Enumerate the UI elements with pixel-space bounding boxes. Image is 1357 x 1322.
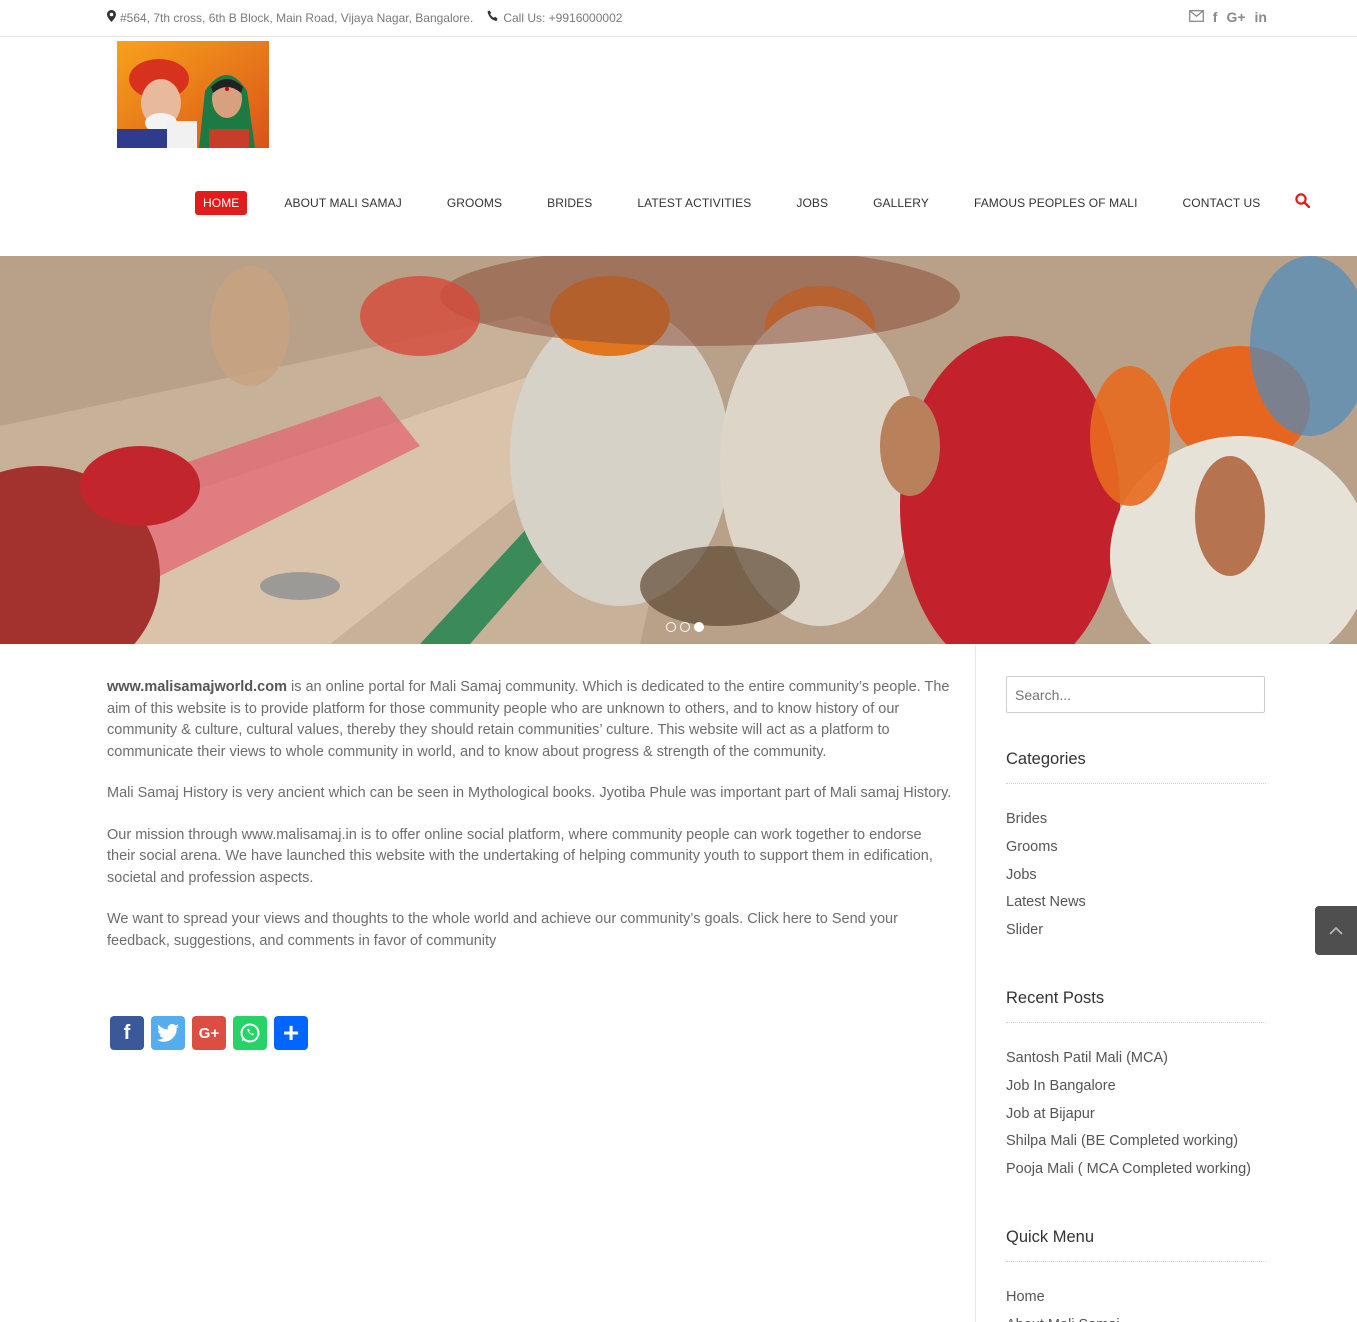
slider-dot-2[interactable] <box>680 622 690 632</box>
category-link[interactable]: Latest News <box>1006 889 1266 917</box>
slider-dots <box>666 622 704 632</box>
map-marker-icon <box>107 10 116 25</box>
nav-latest-activities[interactable]: LATEST ACTIVITIES <box>637 196 751 210</box>
recent-posts-title: Recent Posts <box>1006 989 1266 1023</box>
site-logo[interactable] <box>117 41 269 148</box>
top-bar: #564, 7th cross, 6th B Block, Main Road,… <box>0 0 1357 37</box>
quick-menu-link[interactable]: Home <box>1006 1284 1266 1312</box>
recent-posts-list: Santosh Patil Mali (MCA) Job In Bangalor… <box>1006 1045 1266 1184</box>
mission-paragraph: Our mission through www.malisamaj.in is … <box>107 826 933 886</box>
nav-brides[interactable]: BRIDES <box>547 196 592 210</box>
recent-post-link[interactable]: Santosh Patil Mali (MCA) <box>1006 1045 1266 1073</box>
share-icon[interactable]: + <box>274 1016 308 1050</box>
facebook-icon[interactable]: f <box>1213 9 1218 25</box>
recent-post-link[interactable]: Pooja Mali ( MCA Completed working) <box>1006 1156 1266 1184</box>
category-link[interactable]: Slider <box>1006 917 1266 945</box>
phone-text: Call Us: +9916000002 <box>503 10 623 25</box>
category-link[interactable]: Brides <box>1006 806 1266 834</box>
back-to-top-button[interactable] <box>1315 906 1357 955</box>
category-link[interactable]: Grooms <box>1006 834 1266 862</box>
nav-about-mali-samaj[interactable]: ABOUT MALI SAMAJ <box>284 196 401 210</box>
categories-widget: Categories Brides Grooms Jobs Latest New… <box>1006 750 1266 945</box>
nav-famous-peoples[interactable]: FAMOUS PEOPLES OF MALI <box>974 196 1138 210</box>
google-plus-share-icon[interactable]: G+ <box>192 1016 226 1050</box>
nav-gallery[interactable]: GALLERY <box>873 196 929 210</box>
recent-post-link[interactable]: Job In Bangalore <box>1006 1073 1266 1101</box>
nav-grooms[interactable]: GROOMS <box>447 196 502 210</box>
google-plus-icon[interactable]: G+ <box>1226 9 1245 25</box>
recent-post-link[interactable]: Job at Bijapur <box>1006 1101 1266 1129</box>
recent-posts-widget: Recent Posts Santosh Patil Mali (MCA) Jo… <box>1006 989 1266 1184</box>
categories-title: Categories <box>1006 750 1266 784</box>
chevron-up-icon <box>1329 926 1343 935</box>
whatsapp-share-icon[interactable] <box>233 1016 267 1050</box>
hero-slider[interactable] <box>0 256 1357 644</box>
recent-post-link[interactable]: Shilpa Mali (BE Completed working) <box>1006 1128 1266 1156</box>
slider-dot-1[interactable] <box>666 622 676 632</box>
social-links: f G+ in <box>1188 9 1267 25</box>
quick-menu-widget: Quick Menu Home About Mali Samaj <box>1006 1228 1266 1322</box>
sidebar-divider <box>975 645 976 1322</box>
nav-home[interactable]: HOME <box>195 191 248 215</box>
quick-menu-link[interactable]: About Mali Samaj <box>1006 1312 1266 1322</box>
nav-jobs[interactable]: JOBS <box>796 196 828 210</box>
quick-menu-list: Home About Mali Samaj <box>1006 1284 1266 1322</box>
slider-dot-3[interactable] <box>694 622 704 632</box>
mail-icon[interactable] <box>1188 9 1204 25</box>
nav-contact-us[interactable]: CONTACT US <box>1183 196 1261 210</box>
feedback-paragraph: We want to spread your views and thought… <box>107 911 898 949</box>
history-paragraph: Mali Samaj History is very ancient which… <box>107 785 952 801</box>
contact-info: #564, 7th cross, 6th B Block, Main Road,… <box>107 10 622 25</box>
site-url: www.malisamajworld.com <box>107 679 287 695</box>
share-buttons: f G+ + <box>110 1016 308 1050</box>
quick-menu-title: Quick Menu <box>1006 1228 1266 1262</box>
category-link[interactable]: Jobs <box>1006 862 1266 890</box>
facebook-share-icon[interactable]: f <box>110 1016 144 1050</box>
phone-icon <box>487 10 499 25</box>
intro-paragraph: www.malisamajworld.com is an online port… <box>107 679 950 760</box>
address-text: #564, 7th cross, 6th B Block, Main Road,… <box>120 10 474 25</box>
twitter-share-icon[interactable] <box>151 1016 185 1050</box>
linkedin-icon[interactable]: in <box>1255 9 1267 25</box>
categories-list: Brides Grooms Jobs Latest News Slider <box>1006 806 1266 945</box>
main-nav: HOME ABOUT MALI SAMAJ GROOMS BRIDES LATE… <box>195 191 1311 215</box>
sidebar: Categories Brides Grooms Jobs Latest New… <box>1006 676 1266 1322</box>
hero-image <box>0 256 1357 644</box>
search-input[interactable] <box>1006 676 1265 713</box>
search-icon[interactable] <box>1295 193 1311 213</box>
main-content: www.malisamajworld.com is an online port… <box>107 677 952 972</box>
